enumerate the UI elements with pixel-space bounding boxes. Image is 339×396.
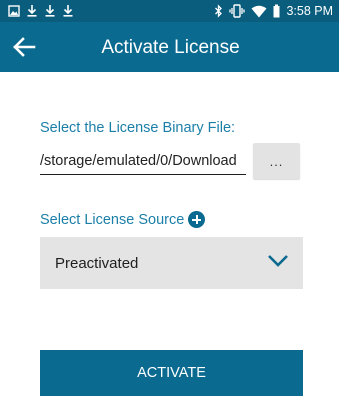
download-icon [63, 5, 73, 17]
bluetooth-icon [215, 4, 223, 18]
browse-file-button[interactable]: ... [253, 143, 300, 179]
image-icon [8, 5, 20, 17]
download-icon [45, 5, 55, 17]
chevron-down-icon [268, 255, 288, 267]
license-source-select[interactable]: Preactivated [40, 237, 303, 289]
activate-button[interactable]: ACTIVATE [40, 350, 303, 396]
wifi-icon [251, 5, 267, 17]
plus-circle-icon[interactable] [188, 211, 206, 228]
download-icon [27, 5, 37, 17]
status-bar: 3:58 PM [0, 0, 339, 22]
app-bar: Activate License [0, 22, 339, 72]
vibrate-icon [229, 4, 246, 18]
battery-icon [273, 4, 280, 18]
license-file-label: Select the License Binary File: [40, 120, 236, 136]
license-source-label: Select License Source [40, 211, 185, 228]
license-source-selected: Preactivated [55, 255, 139, 272]
notification-icons [8, 4, 74, 18]
system-icons: 3:58 PM [214, 3, 333, 19]
page-title: Activate License [101, 37, 240, 58]
license-file-path-input[interactable] [40, 148, 246, 175]
license-source-label-row: Select License Source [40, 211, 206, 228]
status-time: 3:58 PM [286, 4, 333, 18]
